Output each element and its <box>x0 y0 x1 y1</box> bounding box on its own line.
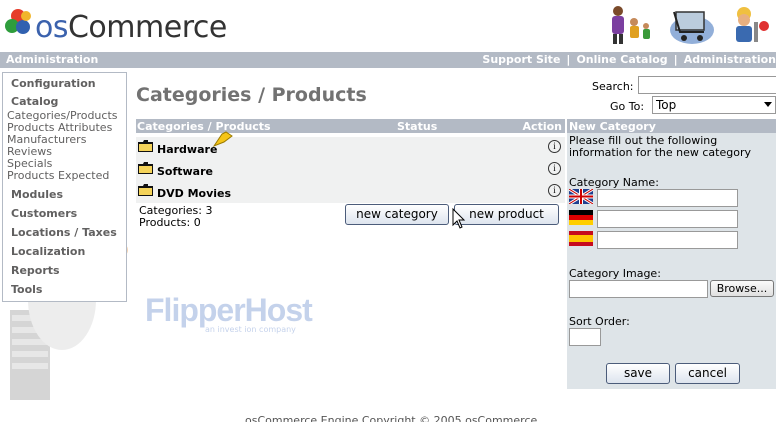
folder-icon <box>138 162 153 174</box>
admin-bar: Administration Support Site | Online Catal… <box>0 52 776 68</box>
save-button[interactable]: save <box>606 363 670 384</box>
new-category-panel: New Category Please fill out the followi… <box>567 119 776 389</box>
new-category-button[interactable]: new category <box>345 204 449 225</box>
new-product-button[interactable]: new product <box>454 204 559 225</box>
item-counts: Categories: 3 Products: 0 <box>139 205 213 229</box>
sort-order-label: Sort Order: <box>569 315 630 328</box>
panel-title: New Category <box>567 119 776 133</box>
menu-customers[interactable]: Customers <box>3 203 126 222</box>
menu-modules[interactable]: Modules <box>3 184 126 203</box>
spanish-flag-icon <box>569 231 593 246</box>
menu-tools[interactable]: Tools <box>3 279 126 298</box>
mouse-cursor-icon <box>452 208 466 229</box>
uk-flag-icon <box>569 189 593 204</box>
left-menu: Configuration Catalog Categories/Product… <box>2 72 127 302</box>
goto-value: Top <box>656 98 677 112</box>
header-icons <box>612 6 769 44</box>
menu-locations-taxes[interactable]: Locations / Taxes <box>3 222 126 241</box>
panel-intro: Please fill out the following informatio… <box>569 134 751 159</box>
shopping-cart-icon <box>670 11 714 44</box>
category-name: DVD Movies <box>157 187 232 200</box>
table-row-software[interactable]: Software i <box>136 159 565 181</box>
category-image-file-input[interactable] <box>569 280 708 298</box>
logo-balls-icon <box>5 9 35 39</box>
info-icon[interactable]: i <box>548 140 561 153</box>
menu-item-products-expected[interactable]: Products Expected <box>3 170 126 182</box>
menu-localization[interactable]: Localization <box>3 241 126 260</box>
info-icon[interactable]: i <box>548 162 561 175</box>
category-name-german-input[interactable] <box>597 210 738 228</box>
column-header-status: Status <box>397 120 438 133</box>
admin-bar-title: Administration <box>6 53 99 66</box>
browse-button[interactable]: Browse... <box>710 280 774 297</box>
category-name-label: Category Name: <box>569 176 659 189</box>
search-input[interactable] <box>638 76 776 94</box>
german-flag-icon <box>569 210 593 225</box>
goto-select[interactable]: Top <box>652 96 776 114</box>
goto-label: Go To: <box>610 100 645 113</box>
family-icon <box>612 6 650 44</box>
footer-copyright: osCommerce Engine Copyright © 2005 osCom… <box>245 414 538 422</box>
logo-text: osCommerce <box>35 10 227 45</box>
category-name-english-input[interactable] <box>597 189 738 207</box>
administration-link[interactable]: Administration <box>684 53 776 66</box>
worker-icon <box>736 7 769 42</box>
sort-order-input[interactable] <box>569 328 601 346</box>
category-name: Software <box>157 165 213 178</box>
page-title: Categories / Products <box>136 84 367 106</box>
hand-pointer-icon <box>212 131 233 148</box>
category-name-spanish-input[interactable] <box>597 231 738 249</box>
products-count: Products: 0 <box>139 216 201 229</box>
column-header-categories-products: Categories / Products <box>137 120 271 133</box>
search-label: Search: <box>592 80 634 93</box>
online-catalog-link[interactable]: Online Catalog <box>576 53 667 66</box>
admin-bar-links: Support Site | Online Catalog | Administrati… <box>482 53 776 66</box>
flipperhost-watermark: FlipperHost an invest ion company <box>145 292 313 334</box>
support-site-link[interactable]: Support Site <box>482 53 560 66</box>
table-row-hardware[interactable]: Hardware i <box>136 137 565 159</box>
table-header: Categories / Products Status Action <box>136 119 565 133</box>
menu-catalog[interactable]: Catalog <box>3 92 126 110</box>
menu-configuration[interactable]: Configuration <box>3 73 126 92</box>
folder-icon <box>138 140 153 152</box>
folder-icon <box>138 184 153 196</box>
category-name: Hardware <box>157 143 218 156</box>
column-header-action: Action <box>522 120 562 133</box>
cancel-button[interactable]: cancel <box>675 363 740 384</box>
table-row-dvd-movies[interactable]: DVD Movies i <box>136 181 565 203</box>
dropdown-arrow-icon <box>764 102 772 107</box>
menu-reports[interactable]: Reports <box>3 260 126 279</box>
category-image-label: Category Image: <box>569 267 661 280</box>
info-icon[interactable]: i <box>548 184 561 197</box>
